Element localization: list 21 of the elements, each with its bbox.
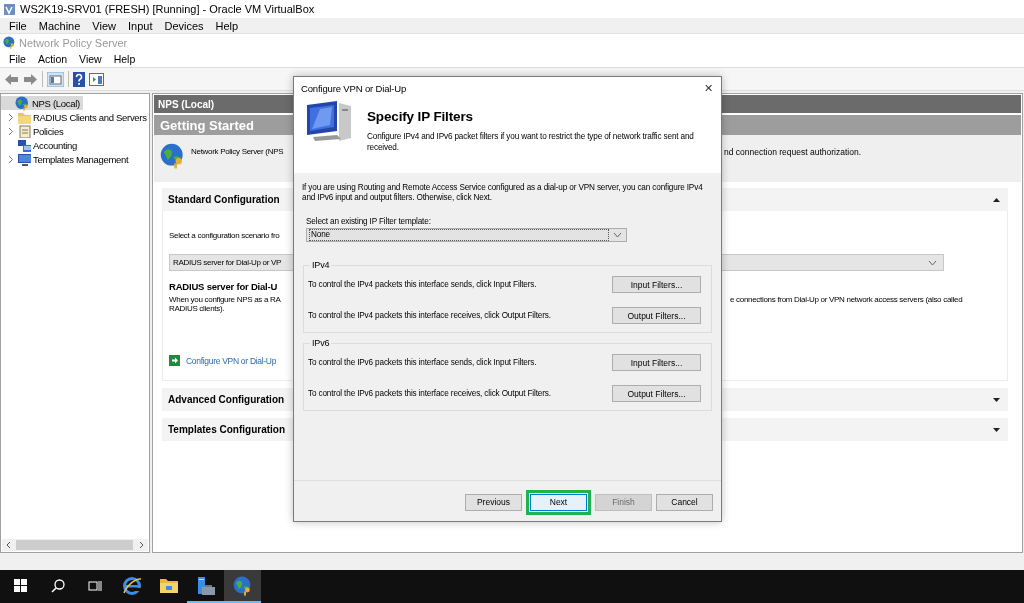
description-text: nd connection request authorization. (724, 146, 863, 157)
section-title: Templates Configuration (168, 424, 286, 435)
field-label: Select an existing IP Filter template: (306, 217, 432, 226)
filter-description: To control the IPv4 packets this interface receives, click Output Filters. (308, 311, 551, 320)
scenario-heading: RADIUS server for Dial-U (169, 281, 279, 292)
instruction-text: If you are using Routing and Remote Access Service configured as a dial-up or VPN server, you can configure IPv4 and IPv6 input and output filters. Otherwise, click Next. (302, 183, 704, 203)
filter-description: To control the IPv6 packets this interface receives, click Output Filters. (308, 389, 551, 398)
filter-description: To control the IPv6 packets this interface sends, click Input Filters. (308, 358, 537, 367)
window-title: WS2K19-SRV01 (FRESH) [Running] - Oracle VM VirtualBox (20, 3, 315, 15)
description-text: Network Policy Server (NPS (191, 146, 284, 158)
scenario-description: RADIUS clients). (169, 304, 226, 313)
scenario-description: When you configure NPS as a RA (169, 295, 282, 304)
section-title: Standard Configuration (168, 194, 280, 205)
dialog-title: Configure VPN or Dial-Up (301, 82, 407, 94)
app-title: Network Policy Server (19, 36, 128, 49)
group-title: IPv4 (310, 260, 332, 270)
filter-description: To control the IPv4 packets this interface sends, click Input Filters. (308, 280, 537, 289)
prompt-text: Select a configuration scenario fro (169, 231, 281, 240)
group-title: IPv6 (310, 338, 332, 348)
scenario-description: e connections from Dial-Up or VPN network access servers (also called (730, 295, 964, 304)
section-title: Advanced Configuration (168, 394, 285, 405)
